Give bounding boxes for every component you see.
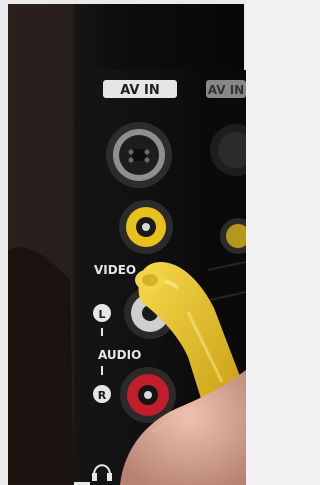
s-video-port [106, 122, 172, 188]
av-in-label: AV IN [120, 83, 159, 98]
photo-frame: AV IN AV IN VIDEO L AUDIO R [0, 0, 246, 485]
svg-text:R: R [98, 389, 107, 402]
av-in-side-label: AV IN [208, 83, 244, 97]
left-channel-badge: L [93, 304, 111, 322]
av-panel-photo: AV IN AV IN VIDEO L AUDIO R [0, 0, 246, 485]
video-jack [119, 200, 173, 254]
svg-text:L: L [98, 308, 105, 321]
right-channel-badge: R [93, 385, 111, 403]
audio-label: AUDIO [98, 348, 141, 362]
video-label: VIDEO [94, 263, 136, 277]
